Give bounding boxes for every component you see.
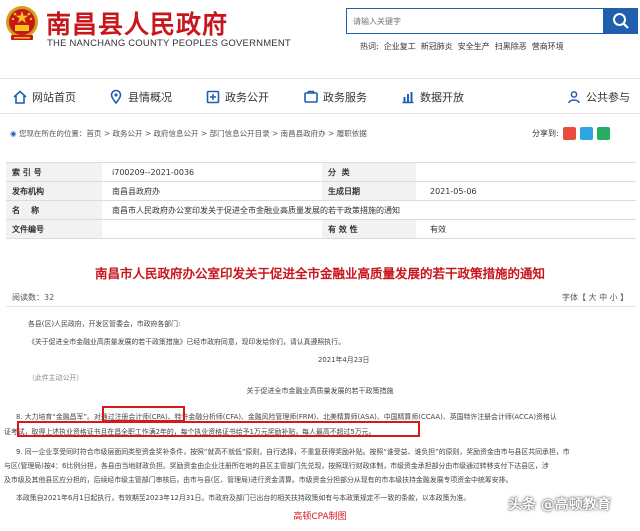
- read-count-label: 阅读数：: [12, 293, 44, 302]
- people-icon: [568, 91, 580, 104]
- paragraph: 及市级及其他县区应分担的，后续经市级主管部门审核后，由市与县(区、管理局)进行资…: [4, 476, 513, 484]
- highlight-box: [17, 421, 420, 437]
- qq-icon[interactable]: [579, 127, 593, 140]
- article-title: 南昌市人民政府办公室印发关于促进全市金融业高质量发展的若干政策措施的通知: [94, 266, 545, 281]
- hot-word[interactable]: 安全生产: [458, 42, 490, 51]
- breadcrumb: ◉ 您现在所在的位置：首页 > 政务公开 > 政府信息公开 > 部门信息公开目录…: [10, 128, 367, 139]
- nav-item-label: 数据开放: [420, 91, 464, 104]
- breadcrumb-row: ◉ 您现在所在的位置：首页 > 政务公开 > 政府信息公开 > 部门信息公开目录…: [0, 123, 640, 145]
- validity-value: 有效: [430, 224, 446, 234]
- category-label: 分 类: [322, 163, 416, 181]
- name-label: 名 称: [6, 201, 102, 219]
- doc-no-label: 文件编号: [6, 220, 102, 238]
- table-row: 名 称 南昌市人民政府办公室印发关于促进全市金融业高质量发展的若干政策措施的通知: [6, 201, 636, 220]
- main-nav: 网站首页 县情概况 政务公开 政务服务 数据开放 公共参与: [0, 78, 640, 114]
- nav-item-gov-service[interactable]: 政务服务: [303, 87, 367, 107]
- hot-words-label: 热词:: [360, 42, 379, 51]
- service-icon: [304, 90, 318, 103]
- national-emblem-icon: [6, 6, 38, 40]
- divider: [6, 306, 636, 307]
- share-bar: 分享到:: [532, 127, 610, 140]
- highlight-box: [102, 406, 185, 422]
- hot-word[interactable]: 扫黑除恶: [495, 42, 527, 51]
- share-label: 分享到:: [532, 129, 559, 138]
- paragraph: （此件主动公开）: [28, 374, 84, 382]
- home-icon: [13, 90, 27, 104]
- paragraph: 与区(管理局)按4：6比例分担，各县由当地财政负担。奖励资金由企业注册所在地的县…: [4, 462, 549, 470]
- paragraph: 9. 同一企业享受同时符合市级层面同类型资金奖补条件，按照“就高不就低”原则，自…: [16, 448, 570, 456]
- nav-item-gov-open[interactable]: 政务公开: [205, 87, 269, 107]
- site-title: 南昌县人民政府: [46, 10, 229, 39]
- doc-no-value: [102, 220, 322, 238]
- doc-info-table: 索 引 号 i700209--2021-0036 分 类 发布机构 南昌县政府办…: [6, 162, 636, 239]
- nav-item-label: 网站首页: [32, 91, 76, 104]
- search-icon: [613, 13, 629, 29]
- paragraph: 本政策自2021年6月1日起执行，有效期至2023年12月31日。市政府及部门已…: [16, 494, 471, 502]
- nav-item-county[interactable]: 县情概况: [108, 87, 172, 107]
- publisher-label: 发布机构: [6, 182, 102, 200]
- validity-label: 有 效 性: [322, 220, 416, 238]
- nav-item-label: 政务服务: [323, 91, 367, 104]
- hot-word[interactable]: 企业复工: [384, 42, 416, 51]
- nav-item-home[interactable]: 网站首页: [12, 87, 76, 107]
- date-label: 生成日期: [322, 182, 416, 200]
- site-header: 南昌县人民政府 THE NANCHANG COUNTY PEOPLES GOVE…: [0, 0, 640, 75]
- location-icon: [110, 89, 122, 105]
- image-caption: 高顿CPA制图: [293, 512, 347, 522]
- read-count-value: 32: [44, 293, 55, 302]
- name-value: 南昌市人民政府办公室印发关于促进全市金融业高质量发展的若干政策措施的通知: [112, 205, 400, 215]
- publisher-value: 南昌县政府办: [112, 186, 160, 196]
- article-meta: 阅读数：32 字体【 大 中 小 】: [0, 288, 640, 306]
- breadcrumb-text[interactable]: 您现在所在的位置：首页 > 政务公开 > 政府信息公开 > 部门信息公开目录 >…: [19, 129, 367, 138]
- hot-word[interactable]: 营商环境: [532, 42, 564, 51]
- search-button[interactable]: [604, 8, 638, 34]
- table-row: 索 引 号 i700209--2021-0036 分 类: [6, 163, 636, 182]
- nav-item-label: 政务公开: [225, 91, 269, 104]
- open-icon: [206, 90, 220, 104]
- nav-item-label: 公共参与: [586, 91, 630, 104]
- nav-item-open-data[interactable]: 数据开放: [400, 87, 464, 107]
- site-subtitle: THE NANCHANG COUNTY PEOPLES GOVERNMENT: [47, 38, 291, 49]
- paragraph: 各县(区)人民政府，开发区管委会，市政府各部门:: [28, 320, 181, 328]
- chart-icon: [402, 92, 414, 104]
- search-input[interactable]: [347, 9, 603, 33]
- read-count: 阅读数：32: [12, 292, 54, 303]
- font-size-switch[interactable]: 字体【 大 中 小 】: [562, 292, 628, 303]
- index-label: 索 引 号: [6, 163, 102, 181]
- date-value: 2021-05-06: [430, 186, 477, 196]
- nav-item-label: 县情概况: [128, 91, 172, 104]
- paragraph: 8. 大力培育“金融昌军”。对通过注册会计师(CPA)、特许金融分析师(CFA)…: [16, 413, 557, 421]
- hot-words: 热词: 企业复工 新冠肺炎 安全生产 扫黑除恶 营商环境: [360, 41, 569, 52]
- category-value: [416, 163, 636, 181]
- nav-item-participation[interactable]: 公共参与: [566, 87, 630, 107]
- table-row: 发布机构 南昌县政府办 生成日期 2021-05-06: [6, 182, 636, 201]
- hot-word[interactable]: 新冠肺炎: [421, 42, 453, 51]
- sign-date: 2021年4月23日: [318, 356, 370, 364]
- paragraph: 《关于促进全市金融业高质量发展的若干政策措施》已经市政府同意，现印发给你们，请认…: [28, 338, 345, 346]
- weibo-icon[interactable]: [562, 127, 576, 140]
- location-pin-icon: ◉: [10, 129, 17, 138]
- table-row: 文件编号 有 效 性 有效: [6, 220, 636, 239]
- search-box: [346, 8, 604, 34]
- index-value: i700209--2021-0036: [112, 167, 195, 177]
- wechat-icon[interactable]: [596, 127, 610, 140]
- policy-title: 关于促进全市金融业高质量发展的若干政策措施: [246, 387, 394, 395]
